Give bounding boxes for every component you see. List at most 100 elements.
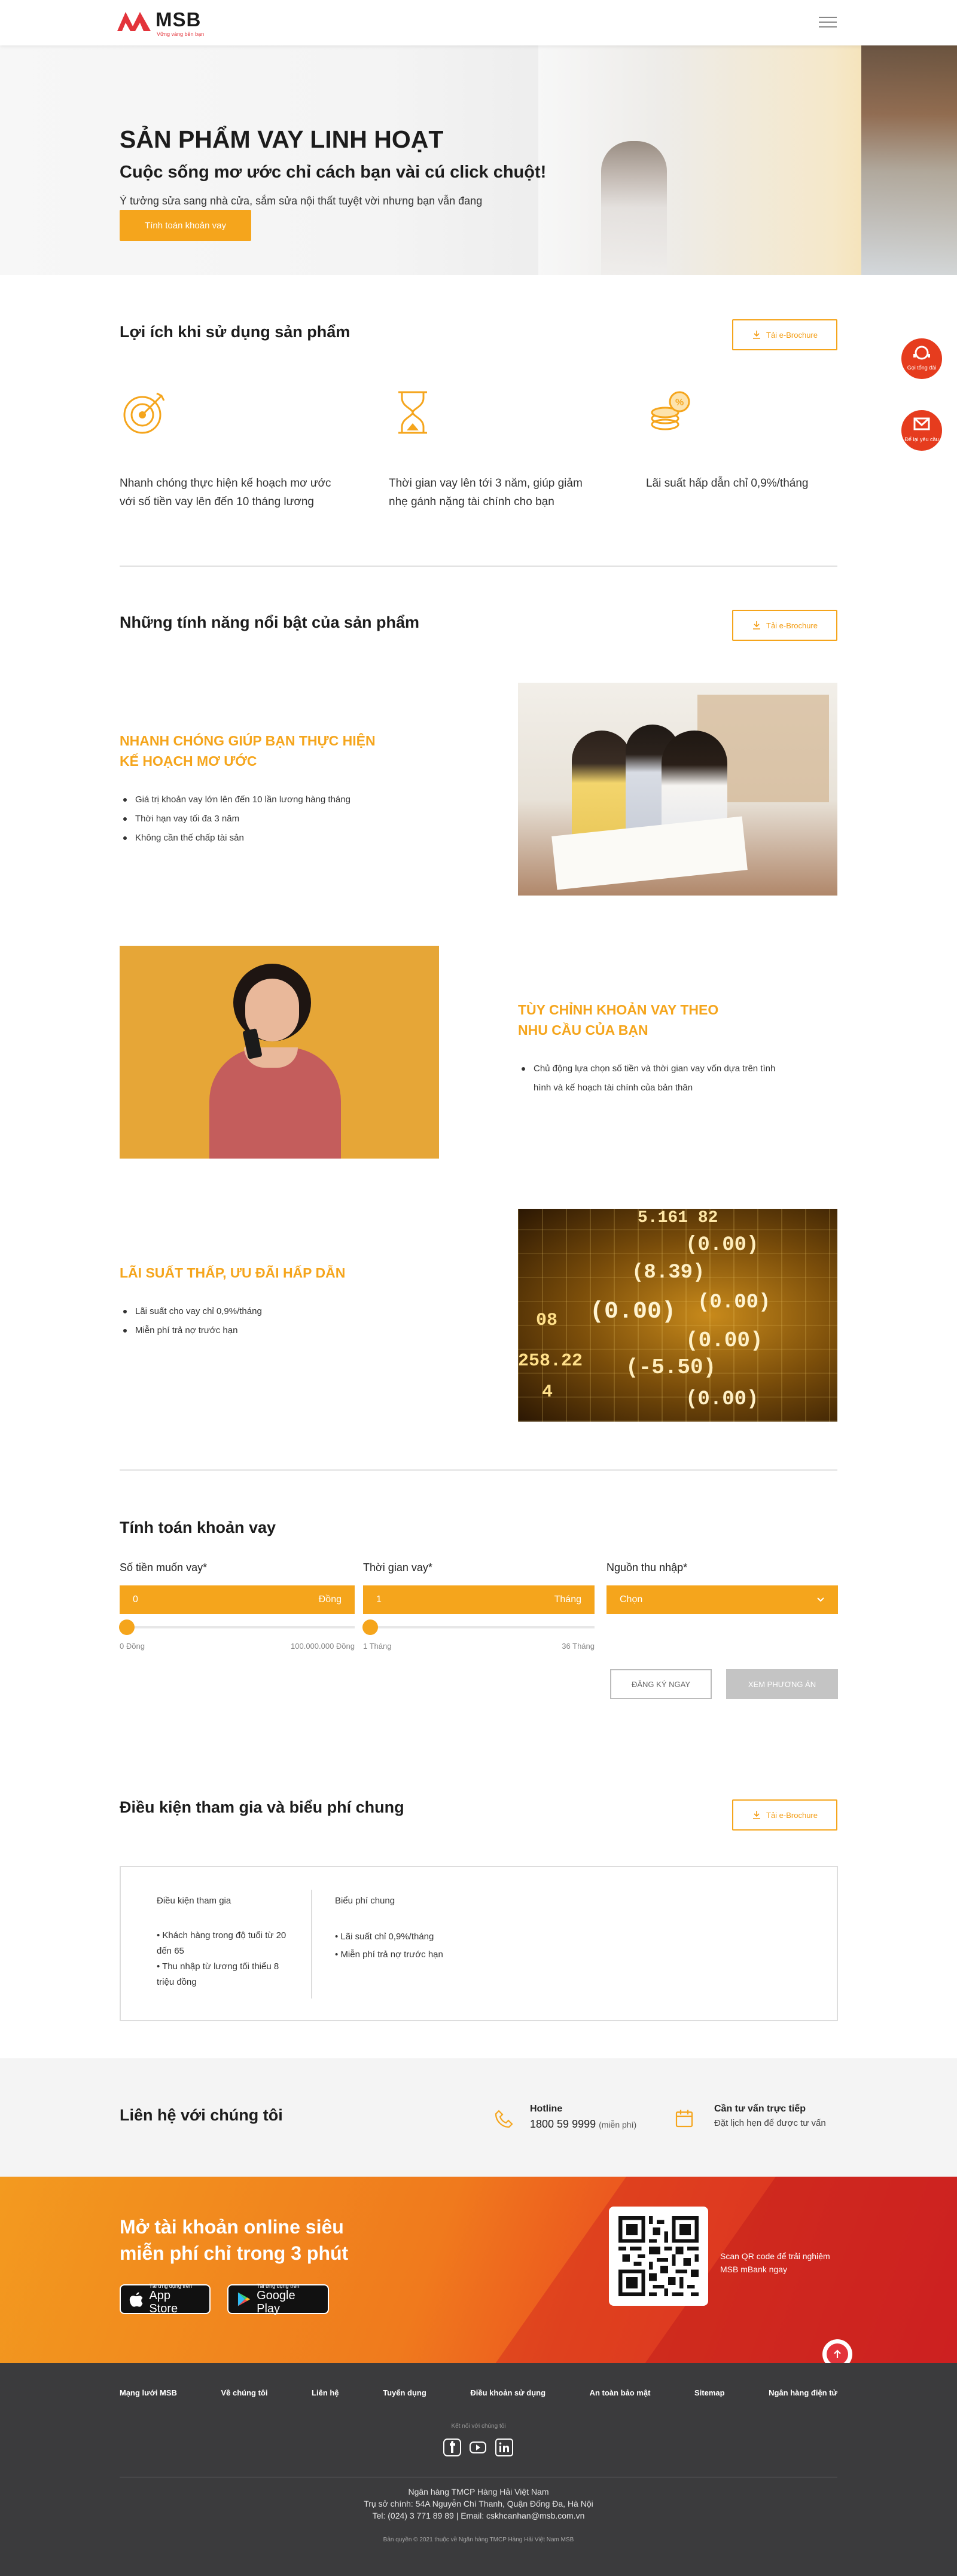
brand-name: MSB [156, 8, 202, 30]
app-store-label: App Store [149, 2289, 178, 2315]
income-source-placeholder: Chọn [620, 1594, 643, 1605]
features-title: Những tính năng nổi bật của sản phẩm [120, 613, 420, 631]
income-source-label: Nguồn thu nhập* [606, 1562, 688, 1573]
benefit-text: Nhanh chóng thực hiện kế hoạch mơ ước vớ… [120, 477, 331, 508]
target-icon [123, 392, 165, 434]
stock-number: 258.22 [518, 1351, 583, 1371]
msb-logo-mark-icon [117, 12, 151, 31]
fees-list: • Lãi suất chỉ 0,9%/tháng • Miễn phí trả… [335, 1928, 526, 1964]
feature-heading: NHANH CHÓNG GIÚP BẠN THỰC HIỆN KẾ HOẠCH M… [120, 731, 431, 771]
google-play-small: Tải ứng dụng trên [257, 2283, 300, 2289]
loan-amount-slider-handle[interactable] [119, 1619, 135, 1635]
hotline-label: Hotline [530, 2104, 563, 2114]
consult-label: Cần tư vấn trực tiếp [714, 2104, 806, 2114]
register-now-button[interactable]: ĐĂNG KÝ NGAY [610, 1669, 712, 1699]
download-brochure-button[interactable]: Tải e-Brochure [732, 319, 837, 350]
call-hotline-button[interactable]: Gọi tổng đài [899, 336, 944, 381]
footer-link[interactable]: Mạng lưới MSB [120, 2388, 177, 2397]
list-item: Không cần thế chấp tài sản [120, 829, 431, 848]
list-item: • Thu nhập từ lương tối thiểu 8 triệu đồ… [157, 1961, 279, 1987]
loan-term-input[interactable]: 1 Tháng [363, 1585, 595, 1614]
loan-amount-unit: Đồng [318, 1594, 342, 1605]
stock-number: (0.00) [685, 1328, 763, 1353]
leave-request-button[interactable]: Để lại yêu cầu [899, 408, 944, 453]
footer-link[interactable]: Điều khoản sử dụng [470, 2388, 545, 2397]
list-item: Lãi suất cho vay chỉ 0,9%/tháng [120, 1302, 431, 1321]
footer-link[interactable]: Ngân hàng điện tử [769, 2388, 837, 2397]
family-photo [518, 683, 837, 896]
feature-heading-line: NHANH CHÓNG GIÚP BẠN THỰC HIỆN [120, 733, 376, 748]
footer-link[interactable]: Sitemap [694, 2388, 725, 2397]
divider [311, 1890, 312, 1999]
stock-number: 4 [542, 1382, 553, 1402]
footer-link[interactable]: Về chúng tôi [221, 2388, 267, 2397]
promo-title: Mở tài khoản online siêu miễn phí chỉ tro… [120, 2214, 348, 2266]
google-play-button[interactable]: Tải ứng dụng trên Google Play [227, 2283, 329, 2315]
download-brochure-button[interactable]: Tải e-Brochure [732, 610, 837, 641]
income-source-select[interactable]: Chọn [606, 1585, 838, 1614]
headset-icon [913, 346, 930, 360]
download-brochure-button[interactable]: Tải e-Brochure [732, 1799, 837, 1831]
footer-address: Ngân hàng TMCP Hàng Hải Việt Nam Trụ sở … [0, 2486, 957, 2522]
qr-code-icon [618, 2216, 699, 2296]
qr-code [609, 2207, 708, 2306]
loan-term-slider[interactable] [363, 1626, 595, 1628]
bank-address: Trụ sở chính: 54A Nguyễn Chí Thanh, Quận… [364, 2499, 593, 2508]
calendar-icon [675, 2110, 693, 2128]
download-brochure-label: Tải e-Brochure [766, 330, 818, 340]
contact-title: Liên hệ với chúng tôi [120, 2106, 283, 2124]
site-header: MSB Vững vàng bên bạn [0, 0, 957, 45]
stock-number: (0.00) [685, 1234, 759, 1257]
footer-link[interactable]: An toàn bảo mật [590, 2388, 651, 2397]
leave-request-label: Để lại yêu cầu [904, 436, 939, 442]
feature-bullets: Chủ động lựa chọn số tiền và thời gian v… [518, 1059, 781, 1098]
list-item: • Khách hàng trong độ tuổi từ 20 đến 65 [157, 1930, 287, 1956]
feature-heading: LÃI SUẤT THẤP, ƯU ĐÃI HẤP DẪN [120, 1263, 431, 1283]
facebook-icon[interactable] [443, 2439, 461, 2456]
qr-code-caption: Scan QR code để trải nghiệm MSB mBank ng… [720, 2251, 830, 2274]
stock-number: (0.00) [685, 1388, 759, 1411]
divider [120, 1469, 837, 1471]
app-store-button[interactable]: Tải ứng dụng trên App Store [120, 2283, 211, 2315]
list-item: Chủ động lựa chọn số tiền và thời gian v… [518, 1059, 781, 1098]
hero-subtitle: Cuộc sống mơ ước chỉ cách bạn vài cú cli… [120, 163, 547, 182]
benefit-item: % Lãi suất hấp dẫn chỉ 0,9%/tháng [646, 389, 861, 493]
brand-tagline: Vững vàng bên bạn [157, 31, 205, 37]
calculate-loan-button[interactable]: Tính toán khoản vay [120, 210, 251, 241]
loan-amount-input[interactable]: 0 Đồng [120, 1585, 355, 1614]
conditions-box: Điều kiện tham gia • Khách hàng trong độ… [120, 1866, 838, 2021]
hotline-number[interactable]: 1800 59 9999 (miễn phí) [530, 2118, 636, 2131]
hero-adult-figure [861, 45, 957, 275]
hourglass-icon [398, 391, 427, 434]
hotline-number-text: 1800 59 9999 [530, 2118, 596, 2130]
msb-logo[interactable]: MSB Vững vàng bên bạn [117, 7, 219, 39]
google-play-label: Google Play [257, 2289, 295, 2315]
download-icon [753, 331, 760, 339]
svg-text:%: % [675, 398, 684, 408]
mail-icon [913, 417, 930, 430]
fees-title: Biểu phí chung [335, 1896, 395, 1906]
view-plan-button[interactable]: XEM PHƯƠNG ÁN [726, 1669, 838, 1699]
arrow-up-icon [834, 2349, 841, 2358]
loan-term-min: 1 Tháng [363, 1642, 392, 1651]
feature-heading-line: NHU CẦU CỦA BẠN [518, 1022, 648, 1038]
linkedin-icon[interactable] [495, 2439, 513, 2456]
youtube-icon[interactable] [469, 2439, 487, 2456]
contact-section: Liên hệ với chúng tôi Hotline 1800 59 99… [0, 2058, 957, 2177]
hotline-note: (miễn phí) [599, 2120, 637, 2129]
consult-text[interactable]: Đặt lịch hẹn để được tư vấn [714, 2118, 826, 2128]
stock-number: 5.161 82 [638, 1209, 718, 1227]
menu-icon[interactable] [819, 13, 837, 31]
footer-link[interactable]: Tuyển dụng [383, 2388, 426, 2397]
footer-link[interactable]: Liên hệ [312, 2388, 339, 2397]
conditions-title: Điều kiện tham gia và biểu phí chung [120, 1798, 404, 1816]
download-brochure-label: Tải e-Brochure [766, 1810, 818, 1820]
stock-number: (-5.50) [626, 1355, 717, 1380]
site-footer: Mạng lưới MSB Về chúng tôi Liên hệ Tuyển… [0, 2363, 957, 2576]
feature-heading-line: TÙY CHỈNH KHOẢN VAY THEO [518, 1002, 719, 1017]
loan-term-slider-handle[interactable] [362, 1619, 378, 1635]
loan-amount-slider[interactable] [120, 1626, 355, 1628]
stock-number: 08 [536, 1310, 558, 1331]
benefit-text: Thời gian vay lên tới 3 năm, giúp giảm n… [389, 477, 583, 508]
phone-icon [495, 2110, 513, 2128]
